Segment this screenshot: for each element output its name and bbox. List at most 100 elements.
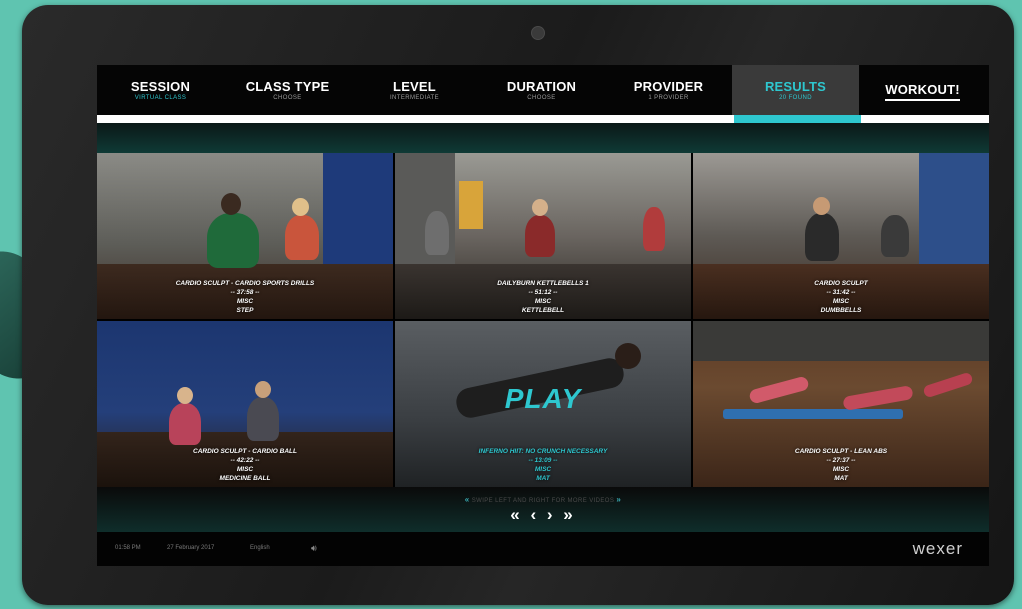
trainer-figure xyxy=(221,193,241,215)
trainer-figure xyxy=(615,343,641,369)
header-band xyxy=(97,123,989,153)
trainer-figure xyxy=(643,207,665,251)
video-category: MISC xyxy=(236,466,254,473)
video-equipment: KETTLEBELL xyxy=(521,307,565,314)
step-value: CHOOSE xyxy=(273,95,302,101)
trainer-figure xyxy=(881,215,909,257)
video-card[interactable]: CARDIO SCULPT - CARDIO SPORTS DRILLS -- … xyxy=(97,153,393,319)
video-equipment: DUMBBELLS xyxy=(820,307,862,314)
step-value: VIRTUAL CLASS xyxy=(134,95,187,101)
video-title: CARDIO SCULPT - CARDIO SPORTS DRILLS xyxy=(175,280,315,287)
step-label: PROVIDER xyxy=(633,79,704,94)
video-caption: DAILYBURN KETTLEBELLS 1 -- 51:12 -- MISC… xyxy=(395,279,691,315)
step-label: CLASS TYPE xyxy=(245,79,330,94)
thumbnail-wall xyxy=(693,321,989,361)
video-card-selected[interactable]: PLAY INFERNO HIIT: NO CRUNCH NECESSARY -… xyxy=(395,321,691,487)
exercise-mat xyxy=(723,409,903,419)
video-duration: -- 51:12 -- xyxy=(528,289,558,296)
play-button[interactable]: PLAY xyxy=(395,383,691,415)
step-label: SESSION xyxy=(130,79,191,94)
trainer-figure xyxy=(255,381,271,398)
video-caption: INFERNO HIIT: NO CRUNCH NECESSARY -- 13:… xyxy=(395,447,691,483)
video-equipment: STEP xyxy=(236,307,254,314)
wizard-steps: SESSION VIRTUAL CLASS CLASS TYPE CHOOSE … xyxy=(97,65,989,115)
trainer-figure xyxy=(207,213,259,268)
tablet-frame: SESSION VIRTUAL CLASS CLASS TYPE CHOOSE … xyxy=(22,5,1014,605)
step-duration[interactable]: DURATION CHOOSE xyxy=(478,65,605,115)
status-bar: 01:58 PM 27 February 2017 English 🔊︎ wex… xyxy=(97,532,989,566)
step-results[interactable]: RESULTS 20 FOUND xyxy=(732,65,859,115)
step-label: DURATION xyxy=(506,79,577,94)
wexer-logo: wexer xyxy=(912,539,963,558)
step-level[interactable]: LEVEL INTERMEDIATE xyxy=(351,65,478,115)
video-category: MISC xyxy=(534,466,552,473)
video-duration: -- 37:58 -- xyxy=(230,289,260,296)
video-duration: -- 13:09 -- xyxy=(528,457,558,464)
video-caption: CARDIO SCULPT - CARDIO BALL -- 42:22 -- … xyxy=(97,447,393,483)
speaker-icon[interactable]: 🔊︎ xyxy=(311,543,317,554)
first-page-button[interactable]: « xyxy=(510,505,522,524)
progress-bar-current-step xyxy=(734,115,861,123)
trainer-figure xyxy=(177,387,193,404)
video-title: DAILYBURN KETTLEBELLS 1 xyxy=(497,280,589,287)
step-value: CHOOSE xyxy=(527,95,556,101)
swipe-hint-text: SWIPE LEFT AND RIGHT FOR MORE VIDEOS xyxy=(471,498,615,504)
camera-icon xyxy=(531,26,545,40)
last-page-button[interactable]: » xyxy=(563,505,575,524)
previous-page-button[interactable]: ‹ xyxy=(530,505,539,524)
thumbnail-wall xyxy=(459,181,483,229)
step-class-type[interactable]: CLASS TYPE CHOOSE xyxy=(224,65,351,115)
step-value: 1 PROVIDER xyxy=(648,95,689,101)
clock-time: 01:58 PM xyxy=(115,545,141,551)
video-title: CARDIO SCULPT - LEAN ABS xyxy=(794,448,888,455)
video-category: MISC xyxy=(534,298,552,305)
trainer-figure xyxy=(292,198,309,216)
video-equipment: MAT xyxy=(536,475,550,482)
video-duration: -- 42:22 -- xyxy=(230,457,260,464)
trainer-figure xyxy=(805,213,839,261)
trainer-figure xyxy=(285,215,319,260)
double-chevron-right-icon: » xyxy=(616,495,622,504)
video-category: MISC xyxy=(236,298,254,305)
pager-band: « SWIPE LEFT AND RIGHT FOR MORE VIDEOS »… xyxy=(97,487,989,532)
progress-bar xyxy=(97,115,989,123)
video-caption: CARDIO SCULPT - CARDIO SPORTS DRILLS -- … xyxy=(97,279,393,315)
step-value: INTERMEDIATE xyxy=(389,95,440,101)
step-label: LEVEL xyxy=(393,79,436,94)
trainer-figure xyxy=(425,211,449,255)
video-title: CARDIO SCULPT - CARDIO BALL xyxy=(193,448,297,455)
swipe-hint: « SWIPE LEFT AND RIGHT FOR MORE VIDEOS » xyxy=(97,495,989,504)
trainer-figure xyxy=(532,199,548,216)
workout-label: WORKOUT! xyxy=(885,82,960,101)
pager-controls: « ‹ › » xyxy=(97,505,989,525)
step-value: 20 FOUND xyxy=(779,95,812,101)
video-category: MISC xyxy=(832,298,850,305)
video-card[interactable]: CARDIO SCULPT - LEAN ABS -- 27:37 -- MIS… xyxy=(693,321,989,487)
video-title: CARDIO SCULPT xyxy=(814,280,868,287)
video-grid: CARDIO SCULPT - CARDIO SPORTS DRILLS -- … xyxy=(97,153,989,487)
double-chevron-left-icon: « xyxy=(464,495,470,504)
video-duration: -- 27:37 -- xyxy=(826,457,856,464)
next-page-button[interactable]: › xyxy=(547,505,556,524)
step-session[interactable]: SESSION VIRTUAL CLASS xyxy=(97,65,224,115)
trainer-figure xyxy=(813,197,830,215)
step-provider[interactable]: PROVIDER 1 PROVIDER xyxy=(605,65,732,115)
video-duration: -- 31:42 -- xyxy=(826,289,856,296)
video-equipment: MAT xyxy=(834,475,848,482)
trainer-figure xyxy=(525,215,555,257)
video-caption: CARDIO SCULPT - LEAN ABS -- 27:37 -- MIS… xyxy=(693,447,989,483)
workout-button[interactable]: WORKOUT! xyxy=(859,65,986,115)
current-date: 27 February 2017 xyxy=(167,545,215,551)
video-equipment: MEDICINE BALL xyxy=(219,475,271,482)
video-card[interactable]: DAILYBURN KETTLEBELLS 1 -- 51:12 -- MISC… xyxy=(395,153,691,319)
app-screen: SESSION VIRTUAL CLASS CLASS TYPE CHOOSE … xyxy=(97,65,989,566)
video-category: MISC xyxy=(832,466,850,473)
language-selector[interactable]: English xyxy=(250,545,270,551)
video-caption: CARDIO SCULPT -- 31:42 -- MISC DUMBBELLS xyxy=(693,279,989,315)
video-card[interactable]: CARDIO SCULPT - CARDIO BALL -- 42:22 -- … xyxy=(97,321,393,487)
trainer-figure xyxy=(169,403,201,445)
trainer-figure xyxy=(247,397,279,441)
step-label: RESULTS xyxy=(764,79,827,94)
video-card[interactable]: CARDIO SCULPT -- 31:42 -- MISC DUMBBELLS xyxy=(693,153,989,319)
video-title: INFERNO HIIT: NO CRUNCH NECESSARY xyxy=(478,448,608,455)
